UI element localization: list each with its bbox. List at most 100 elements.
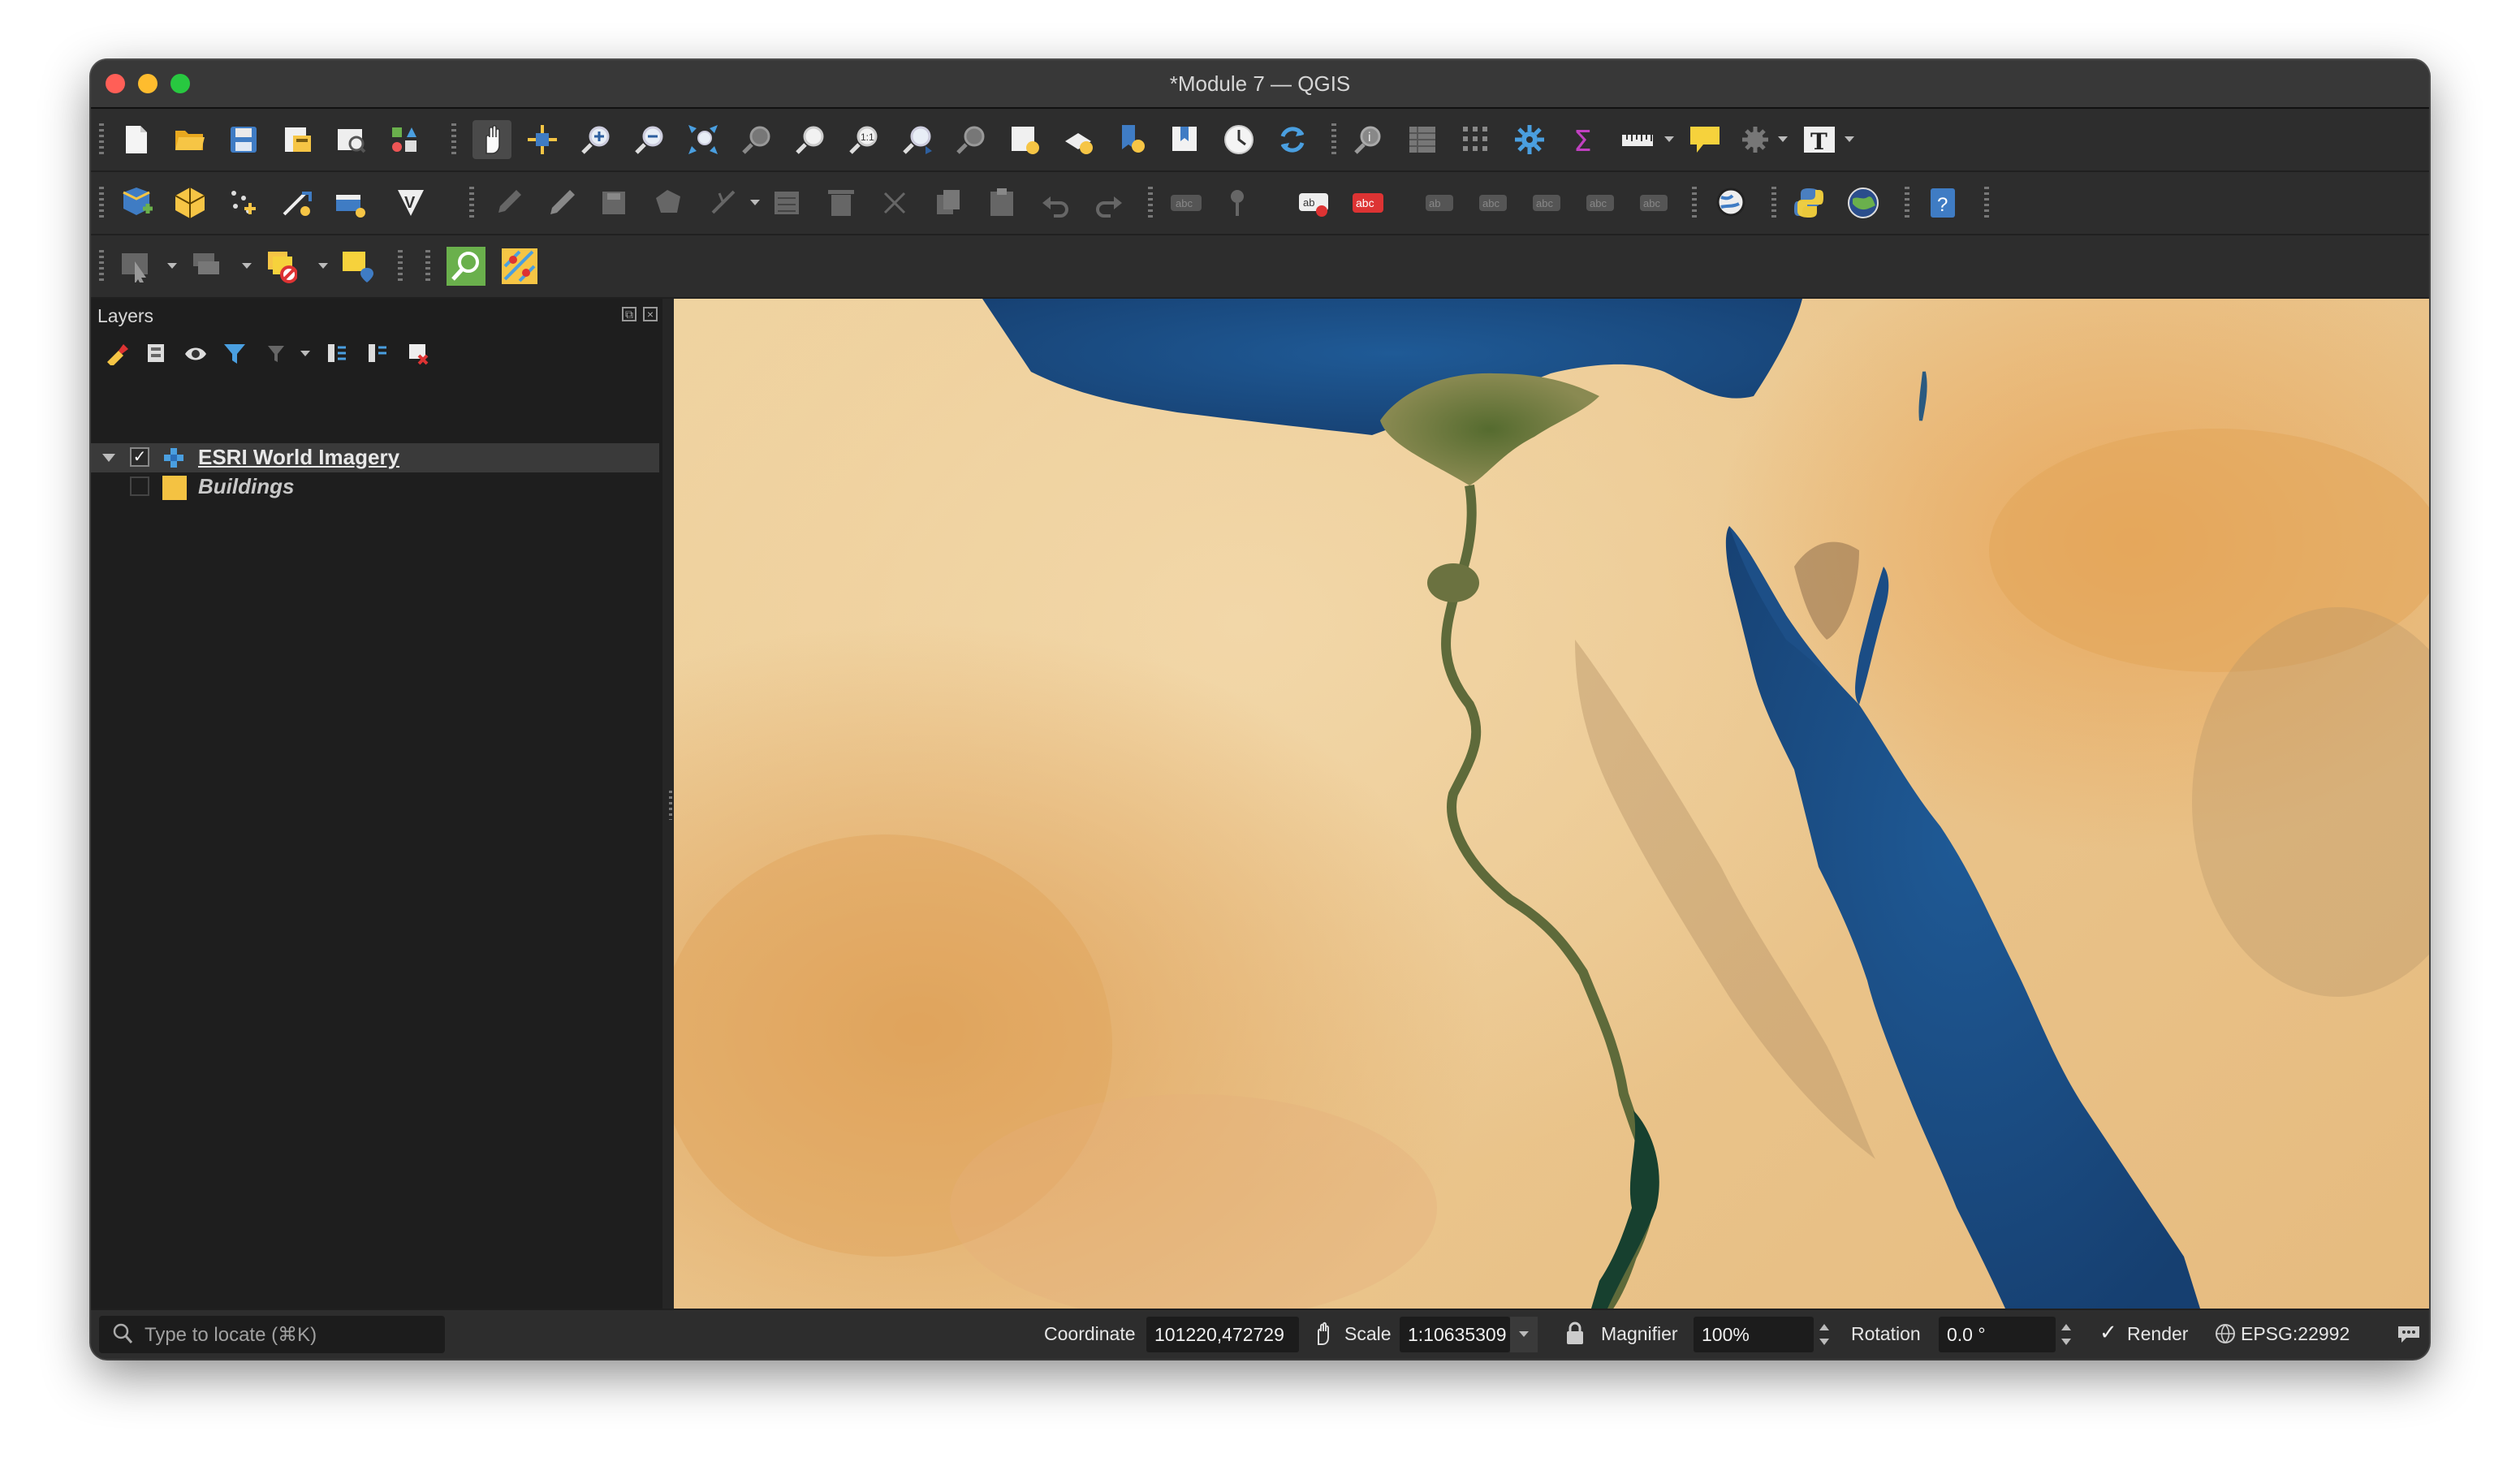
layer-visibility-checkbox[interactable] (130, 476, 149, 496)
change-label-icon[interactable]: abc (1531, 187, 1564, 219)
toolbar-grip[interactable] (99, 187, 104, 219)
toolbar-grip[interactable] (1692, 187, 1697, 219)
toolbar-grip[interactable] (451, 123, 456, 156)
globe-plugin-icon[interactable] (1713, 187, 1745, 219)
zoom-native-icon[interactable]: 1:1 (848, 123, 880, 156)
toolbar-grip[interactable] (398, 250, 403, 282)
paste-features-icon[interactable] (986, 187, 1018, 219)
highlight-pinned-labels-icon[interactable]: ab (1297, 187, 1330, 219)
temporal-controller-icon[interactable] (1223, 123, 1255, 156)
modify-attributes-icon[interactable] (771, 187, 804, 219)
scale-dropdown-button[interactable] (1510, 1317, 1538, 1352)
actions-icon[interactable] (1739, 123, 1771, 156)
annotation-dropdown-arrow[interactable] (1845, 136, 1854, 142)
label-toolbar-icon[interactable]: abc (1169, 187, 1202, 219)
save-project-icon[interactable] (227, 123, 260, 156)
render-checkbox[interactable]: ✓ (2099, 1320, 2117, 1345)
close-panel-icon[interactable]: × (643, 307, 658, 321)
magnifier-field[interactable]: 100% (1694, 1317, 1814, 1352)
open-project-icon[interactable] (174, 123, 206, 156)
map-canvas[interactable] (674, 299, 2429, 1309)
new-project-icon[interactable] (120, 123, 153, 156)
messages-icon[interactable] (2397, 1323, 2421, 1349)
data-source-manager-icon[interactable] (120, 187, 153, 219)
splitter-handle[interactable] (669, 791, 672, 820)
layer-row-buildings[interactable]: Buildings (91, 472, 659, 502)
toolbar-grip[interactable] (1771, 187, 1776, 219)
redo-icon[interactable] (1093, 187, 1125, 219)
refresh-icon[interactable] (1276, 123, 1309, 156)
delete-selected-icon[interactable] (825, 187, 857, 219)
layout-manager-icon[interactable] (334, 123, 367, 156)
new-3d-map-view-icon[interactable] (1062, 123, 1094, 156)
qgis-cloud-icon[interactable] (1846, 187, 1879, 219)
zoom-out-icon[interactable] (633, 123, 666, 156)
cut-features-icon[interactable] (878, 187, 911, 219)
measure-line-icon[interactable] (1620, 123, 1653, 156)
show-bookmarks-icon[interactable] (1169, 123, 1202, 156)
zoom-to-layer-icon[interactable] (794, 123, 826, 156)
filter-legend-icon[interactable] (221, 339, 248, 367)
new-geopackage-layer-icon[interactable] (174, 187, 206, 219)
layer-row-esri-world-imagery[interactable]: ✓ ESRI World Imagery (91, 443, 659, 472)
undo-icon[interactable] (1039, 187, 1072, 219)
identify-features-icon[interactable]: i (1353, 123, 1385, 156)
new-virtual-layer-icon[interactable] (334, 187, 367, 219)
measure-dropdown-arrow[interactable] (1664, 136, 1674, 142)
zoom-last-icon[interactable] (901, 123, 934, 156)
locator-search-icon[interactable] (447, 247, 485, 286)
processing-toolbox-icon[interactable] (1513, 123, 1546, 156)
move-label-icon[interactable]: ab (1424, 187, 1456, 219)
vertex-tool-icon[interactable] (708, 187, 740, 219)
filter-dropdown-arrow[interactable] (300, 351, 310, 356)
digitize-with-segment-icon[interactable] (281, 187, 313, 219)
map-tips-icon[interactable] (1687, 123, 1720, 156)
pin-labels-icon[interactable] (1223, 187, 1255, 219)
scale-field[interactable]: 1:10635309 (1400, 1317, 1510, 1352)
rotation-spinner[interactable] (2057, 1318, 2075, 1351)
rotation-field[interactable]: 0.0 ° (1939, 1317, 2056, 1352)
toggle-extents-icon[interactable] (1312, 1322, 1335, 1352)
text-annotation-icon[interactable]: T (1802, 123, 1835, 156)
new-temporary-layer-icon[interactable] (227, 187, 260, 219)
manage-map-themes-icon[interactable] (182, 339, 209, 367)
deselect-dropdown-arrow[interactable] (318, 263, 328, 269)
lock-scale-icon[interactable] (1565, 1322, 1585, 1351)
toggle-editing-icon[interactable] (546, 187, 578, 219)
locator-input[interactable] (143, 1321, 438, 1350)
copy-features-icon[interactable] (932, 187, 964, 219)
float-panel-icon[interactable]: ⧉ (622, 307, 636, 321)
select-by-value-icon[interactable] (190, 250, 222, 282)
toolbar-grip[interactable] (469, 187, 474, 219)
select-by-value-dropdown-arrow[interactable] (242, 263, 252, 269)
show-hide-labels-icon[interactable]: abc (1351, 187, 1383, 219)
magnifier-spinner[interactable] (1815, 1318, 1833, 1351)
plugin-tool-icon[interactable] (500, 247, 539, 286)
save-edits-icon[interactable] (599, 187, 632, 219)
expand-all-icon[interactable] (323, 339, 351, 367)
field-calculator-icon[interactable] (1460, 123, 1492, 156)
crs-globe-icon[interactable] (2215, 1323, 2236, 1349)
crs-label[interactable]: EPSG:22992 (2241, 1323, 2350, 1345)
current-edits-icon[interactable] (492, 187, 524, 219)
locator-bar[interactable] (99, 1316, 445, 1353)
collapse-all-icon[interactable] (364, 339, 391, 367)
label-diagram-icon[interactable]: abc (1638, 187, 1671, 219)
zoom-in-icon[interactable] (580, 123, 612, 156)
vertex-tool-dropdown-arrow[interactable] (750, 200, 760, 205)
python-console-icon[interactable] (1793, 187, 1825, 219)
pan-to-selection-icon[interactable] (526, 123, 559, 156)
open-attribute-table-icon[interactable] (1406, 123, 1439, 156)
label-properties-icon[interactable]: abc (1585, 187, 1617, 219)
new-bookmark-icon[interactable] (1115, 123, 1148, 156)
toolbar-grip[interactable] (99, 250, 104, 282)
rotate-label-icon[interactable]: abc (1478, 187, 1510, 219)
select-by-location-icon[interactable] (341, 250, 373, 282)
statistical-summary-icon[interactable]: Σ (1567, 123, 1599, 156)
add-feature-icon[interactable] (653, 187, 685, 219)
vertex-editor-icon[interactable]: V (395, 187, 427, 219)
layer-visibility-checkbox[interactable]: ✓ (130, 447, 149, 467)
toolbar-grip[interactable] (1905, 187, 1909, 219)
help-icon[interactable]: ? (1927, 187, 1960, 219)
filter-by-expression-icon[interactable] (263, 339, 291, 367)
